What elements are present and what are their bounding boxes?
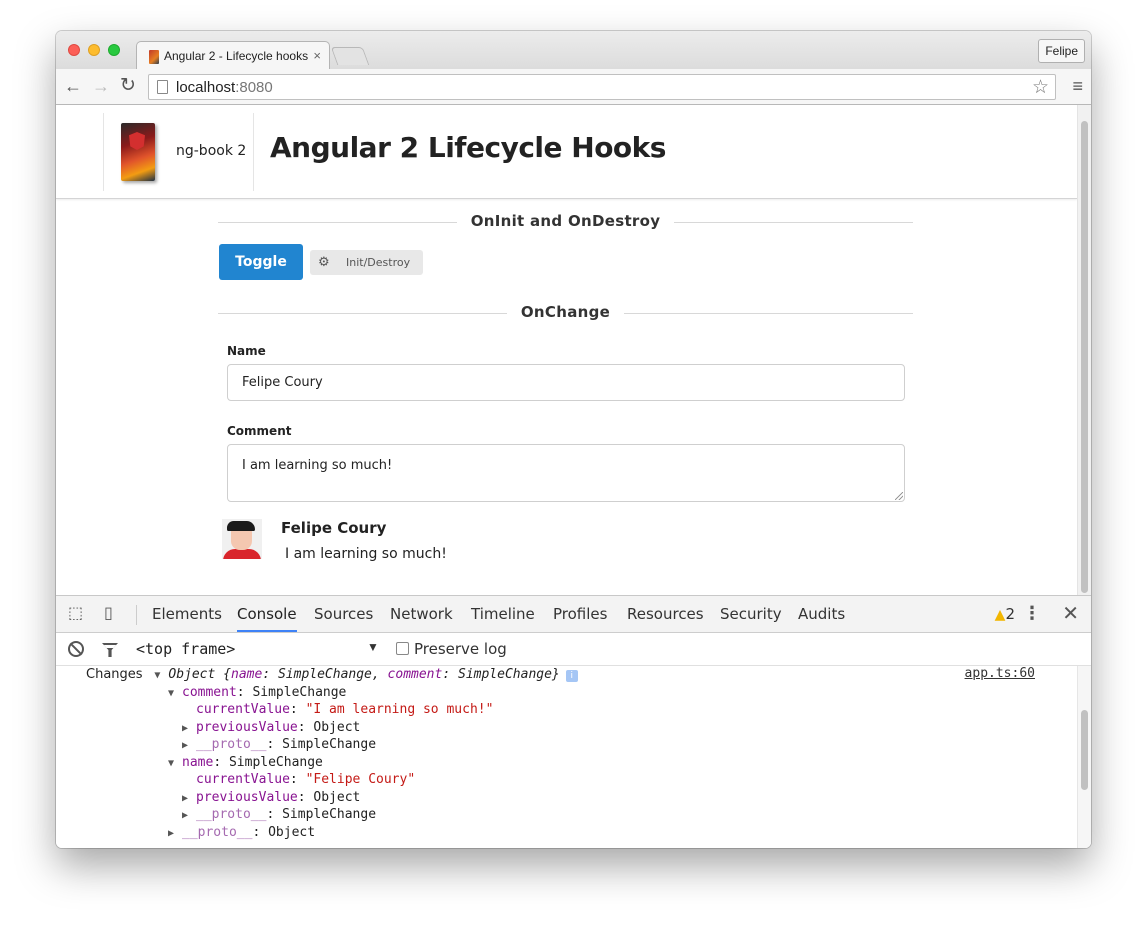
tree-node-name-proto[interactable]: ▶ __proto__: SimpleChange [182, 806, 376, 824]
object-summary: Object {name: SimpleChange, comment: Sim… [168, 667, 560, 682]
browser-tab-active[interactable]: Angular 2 - Lifecycle hooks × [136, 41, 330, 70]
toolbar-divider [136, 605, 137, 625]
frame-select[interactable]: <top frame> [136, 640, 235, 658]
url-text[interactable]: localhost:8080 [176, 79, 273, 96]
source-link[interactable]: app.ts:60 [965, 666, 1035, 681]
warning-icon: ▲ [994, 607, 1006, 623]
brand[interactable]: ng-book 2 [103, 113, 254, 191]
back-arrow-icon[interactable]: ← [64, 75, 82, 97]
tree-node-name[interactable]: ▼ name: SimpleChange [168, 754, 323, 772]
collapse-triangle-icon[interactable]: ▶ [168, 825, 182, 842]
browser-menu-icon[interactable]: ≡ [1072, 76, 1083, 97]
init-destroy-label: ⚙ Init/Destroy [310, 250, 423, 275]
tree-node-comment-current: currentValue: "I am learning so much!" [196, 702, 494, 717]
comment-author: Felipe Coury [281, 519, 387, 537]
section-title-onchange: OnChange [506, 303, 625, 321]
collapse-triangle-icon[interactable]: ▶ [182, 720, 196, 737]
tab-resources[interactable]: Resources [627, 596, 704, 632]
tab-close-icon[interactable]: × [313, 48, 321, 63]
reload-icon[interactable]: ↻ [120, 75, 136, 97]
url-port: :8080 [235, 79, 273, 96]
tree-node-proto[interactable]: ▶ __proto__: Object [168, 824, 315, 842]
bookmark-star-icon[interactable]: ☆ [1032, 76, 1049, 99]
console-filter-bar: <top frame> ▼ Preserve log [56, 633, 1091, 666]
collapse-triangle-icon[interactable]: ▶ [182, 790, 196, 807]
resize-grip-icon[interactable] [895, 492, 903, 500]
tree-node-comment-previous[interactable]: ▶ previousValue: Object [182, 719, 360, 737]
zoom-window-button[interactable] [108, 44, 120, 56]
log-prefix: Changes [86, 667, 143, 682]
tab-console[interactable]: Console [237, 596, 297, 632]
profile-button[interactable]: Felipe [1038, 39, 1085, 63]
devtools-panel: ⬚ ▯ Elements Console Sources Network Tim… [56, 595, 1091, 848]
init-destroy-text: Init/Destroy [346, 256, 411, 269]
expand-triangle-icon[interactable]: ▼ [168, 755, 182, 772]
avatar [222, 519, 262, 559]
tab-security[interactable]: Security [720, 596, 782, 632]
page-icon [157, 80, 168, 94]
info-icon[interactable]: i [565, 670, 578, 682]
preserve-log-checkbox[interactable] [396, 642, 409, 655]
toggle-button[interactable]: Toggle [219, 244, 303, 280]
tree-node-comment[interactable]: ▼ comment: SimpleChange [168, 684, 346, 702]
console-scrollbar[interactable] [1077, 666, 1091, 848]
favicon-icon [149, 50, 159, 64]
comment-label: Comment [227, 424, 292, 438]
tab-bar: Angular 2 - Lifecycle hooks × Felipe [56, 31, 1091, 70]
book-cover-logo [121, 123, 155, 181]
page-scrollbar[interactable] [1077, 105, 1091, 595]
new-tab-button[interactable] [330, 47, 370, 65]
minimize-window-button[interactable] [88, 44, 100, 56]
preserve-log-label: Preserve log [414, 640, 507, 658]
device-mode-icon[interactable]: ▯ [104, 605, 113, 623]
warning-count: 2 [1005, 605, 1015, 623]
inspect-element-icon[interactable]: ⬚ [68, 605, 83, 623]
section-title-oninit: OnInit and OnDestroy [456, 212, 675, 230]
tab-elements[interactable]: Elements [152, 596, 222, 632]
tab-network[interactable]: Network [390, 596, 453, 632]
brand-name: ng-book 2 [176, 143, 247, 159]
page-scrollbar-thumb[interactable] [1081, 121, 1088, 593]
browser-toolbar: ← → ↻ localhost:8080 ☆ ≡ [56, 69, 1091, 105]
expand-triangle-icon[interactable]: ▼ [168, 685, 182, 702]
tab-audits[interactable]: Audits [798, 596, 845, 632]
console-scrollbar-thumb[interactable] [1081, 710, 1088, 790]
log-line-object[interactable]: Changes ▼ Object {name: SimpleChange, com… [86, 666, 578, 684]
collapse-triangle-icon[interactable]: ▶ [182, 807, 196, 824]
browser-window: Angular 2 - Lifecycle hooks × Felipe ← →… [56, 31, 1091, 848]
tab-sources[interactable]: Sources [314, 596, 373, 632]
cubes-icon: ⚙ [318, 255, 330, 270]
devtools-close-icon[interactable]: ✕ [1062, 601, 1079, 626]
tree-node-name-previous[interactable]: ▶ previousValue: Object [182, 789, 360, 807]
page-viewport: ng-book 2 Angular 2 Lifecycle Hooks OnIn… [56, 105, 1077, 595]
close-window-button[interactable] [68, 44, 80, 56]
tab-profiles[interactable]: Profiles [553, 596, 607, 632]
page-title: Angular 2 Lifecycle Hooks [270, 131, 666, 164]
tree-node-comment-proto[interactable]: ▶ __proto__: SimpleChange [182, 736, 376, 754]
warning-counter[interactable]: ▲2 [995, 605, 1015, 623]
comment-textarea[interactable]: I am learning so much! [227, 444, 905, 502]
name-input[interactable]: Felipe Coury [227, 364, 905, 401]
console-output: app.ts:60 Changes ▼ Object {name: SimpleC… [56, 666, 1077, 848]
comment-textarea-value: I am learning so much! [242, 458, 393, 473]
filter-icon[interactable] [102, 643, 118, 657]
address-bar[interactable]: localhost:8080 ☆ [148, 74, 1056, 100]
tab-title: Angular 2 - Lifecycle hooks [164, 49, 309, 63]
url-host: localhost [176, 79, 236, 96]
name-label: Name [227, 344, 266, 358]
frame-select-arrow-icon[interactable]: ▼ [367, 640, 379, 654]
tree-node-name-current: currentValue: "Felipe Coury" [196, 772, 416, 787]
section-divider-onchange: OnChange [218, 303, 913, 323]
tab-timeline[interactable]: Timeline [471, 596, 535, 632]
clear-console-icon[interactable] [68, 641, 84, 657]
collapse-triangle-icon[interactable]: ▶ [182, 737, 196, 754]
expand-triangle-icon[interactable]: ▼ [154, 667, 168, 684]
forward-arrow-icon[interactable]: → [92, 75, 110, 97]
devtools-tab-bar: ⬚ ▯ Elements Console Sources Network Tim… [56, 596, 1091, 633]
devtools-menu-icon[interactable]: ⋮ [1023, 603, 1041, 624]
section-divider-oninit: OnInit and OnDestroy [218, 212, 913, 232]
site-header: ng-book 2 Angular 2 Lifecycle Hooks [56, 105, 1077, 199]
comment-text: I am learning so much! [285, 546, 447, 562]
